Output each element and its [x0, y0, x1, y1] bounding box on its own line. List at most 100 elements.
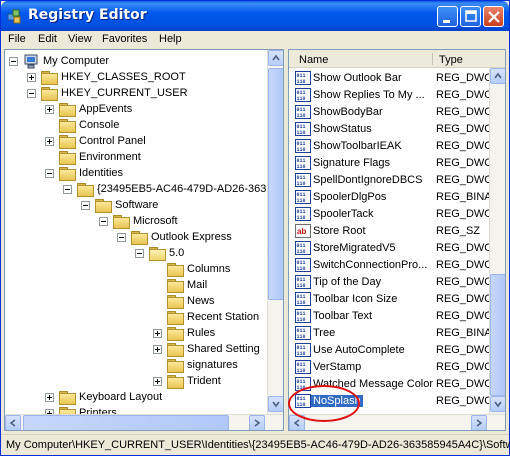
tree-node[interactable]: Outlook Express — [5, 230, 267, 246]
chevron-right-icon — [254, 419, 261, 427]
expand-icon[interactable] — [153, 329, 162, 338]
list-row[interactable]: 011 110 Tip of the Day REG_DWOR — [289, 274, 501, 291]
list-row[interactable]: 011 110 Tree REG_BINAF — [289, 325, 498, 342]
values-list-pane[interactable]: Name Type 011 110 Show Outlook Bar REG_DWOR… — [288, 49, 506, 431]
collapse-icon[interactable] — [81, 201, 90, 210]
list-row[interactable]: 011 110 SpoolerTack REG_DWOR — [289, 206, 501, 223]
registry-tree-pane[interactable]: My Computer HKEY_CLASSES_ROOT HKEY_CURRENT… — [4, 49, 284, 431]
expand-icon[interactable] — [153, 345, 162, 354]
tree-node[interactable]: Mail — [5, 278, 267, 294]
folder-icon — [59, 103, 76, 117]
value-name: StoreMigratedV5 — [313, 242, 396, 254]
maximize-button[interactable] — [460, 6, 481, 27]
collapse-icon[interactable] — [63, 185, 72, 194]
tree-node[interactable]: Software — [5, 198, 267, 214]
tree-node[interactable]: Trident — [5, 374, 267, 390]
tree-node[interactable]: AppEvents — [5, 102, 267, 118]
binary-value-icon: 011110 — [295, 360, 311, 374]
expand-icon[interactable] — [153, 377, 162, 386]
chevron-up-icon — [272, 54, 280, 61]
collapse-icon[interactable] — [9, 57, 18, 66]
collapse-icon[interactable] — [27, 89, 36, 98]
list-scroll-right-button[interactable] — [471, 415, 487, 430]
tree-node[interactable]: Keyboard Layout — [5, 390, 267, 406]
column-header-name[interactable]: Name — [299, 54, 328, 66]
collapse-icon[interactable] — [45, 169, 54, 178]
expand-icon[interactable] — [45, 105, 54, 114]
tree-scroll-up-button[interactable] — [268, 50, 283, 66]
list-row[interactable]: 011 110 SpellDontIgnoreDBCS REG_DWOR — [289, 172, 501, 189]
list-row[interactable]: 011 110 Toolbar Icon Size REG_DWOR — [289, 291, 501, 308]
list-row[interactable]: 011 110 Show Outlook Bar REG_DWOR — [289, 70, 501, 87]
binary-value-icon: 011110 — [295, 156, 311, 170]
tree-scroll-left-button[interactable] — [5, 415, 21, 430]
tree-scroll-down-button[interactable] — [268, 396, 283, 412]
list-scroll-thumb[interactable] — [490, 274, 505, 396]
collapse-icon[interactable] — [117, 233, 126, 242]
tree-node[interactable]: HKEY_CURRENT_USER — [5, 86, 267, 102]
column-divider[interactable] — [432, 53, 433, 65]
expand-icon[interactable] — [45, 137, 54, 146]
tree-node[interactable]: Recent Station — [5, 310, 267, 326]
collapse-icon[interactable] — [135, 249, 144, 258]
list-scroll-up-button[interactable] — [490, 68, 505, 84]
value-name: Toolbar Icon Size — [313, 293, 398, 305]
list-row[interactable]: 011 110 Show Replies To My ... REG_DWOR — [289, 87, 501, 104]
list-row[interactable]: 011 110 Use AutoComplete REG_DWOR — [289, 342, 501, 359]
tree-node[interactable]: Console — [5, 118, 267, 134]
list-vertical-scrollbar[interactable] — [489, 68, 505, 414]
tree-node[interactable]: Control Panel — [5, 134, 267, 150]
menu-edit[interactable]: Edit — [38, 33, 57, 45]
tree-scroll-right-button[interactable] — [249, 415, 265, 430]
list-row[interactable]: 011 110 SwitchConnectionPro... REG_DWOR — [289, 257, 501, 274]
tree-node[interactable]: Rules — [5, 326, 267, 342]
title-bar[interactable]: Registry Editor — [1, 1, 509, 31]
menu-favorites[interactable]: Favorites — [102, 33, 147, 45]
binary-value-icon: 011110 — [295, 139, 311, 153]
binary-value-icon: 011110 — [295, 275, 311, 289]
list-row[interactable]: ab Store Root REG_SZ — [289, 223, 489, 240]
tree-vertical-scrollbar[interactable] — [267, 50, 283, 414]
list-row[interactable]: 011 110 VerStamp REG_DWOR — [289, 359, 501, 376]
tree-node[interactable]: 5.0 — [5, 246, 267, 262]
menu-file[interactable]: File — [8, 33, 26, 45]
tree-node-label: Identities — [79, 167, 124, 179]
minimize-button[interactable] — [437, 6, 458, 27]
tree-node[interactable]: Environment — [5, 150, 267, 166]
tree-horizontal-scrollbar[interactable] — [5, 414, 283, 430]
chevron-left-icon — [9, 419, 16, 427]
tree-node[interactable]: Shared Setting — [5, 342, 267, 358]
close-icon — [488, 11, 500, 23]
column-header-type[interactable]: Type — [439, 54, 463, 66]
svg-text:ab: ab — [297, 227, 306, 236]
list-scroll-down-button[interactable] — [490, 396, 505, 412]
list-row[interactable]: 011 110 Signature Flags REG_DWOR — [289, 155, 501, 172]
tree-scroll-thumb[interactable] — [268, 68, 283, 300]
menu-view[interactable]: View — [68, 33, 92, 45]
list-row[interactable]: 011 110 ShowToolbarIEAK REG_DWOR — [289, 138, 501, 155]
tree-node[interactable]: Columns — [5, 262, 267, 278]
tree-node[interactable]: My Computer — [5, 54, 267, 70]
tree-node[interactable]: Identities — [5, 166, 267, 182]
expand-icon[interactable] — [27, 73, 36, 82]
tree-node-label: {23495EB5-AC46-479D-AD26-363 — [97, 183, 267, 195]
folder-icon — [167, 375, 184, 389]
close-button[interactable] — [483, 6, 504, 27]
list-row[interactable]: 011 110 StoreMigratedV5 REG_DWOR — [289, 240, 501, 257]
list-row[interactable]: 011 110 ShowStatus REG_DWOR — [289, 121, 501, 138]
collapse-icon[interactable] — [99, 217, 108, 226]
tree-node[interactable]: News — [5, 294, 267, 310]
list-row[interactable]: 011 110 Toolbar Text REG_DWOR — [289, 308, 501, 325]
value-name: Tree — [313, 327, 336, 339]
expand-icon[interactable] — [45, 393, 54, 402]
list-row[interactable]: 011 110 SpoolerDlgPos REG_BINAF — [289, 189, 498, 206]
tree-node[interactable]: HKEY_CLASSES_ROOT — [5, 70, 267, 86]
tree-node[interactable]: {23495EB5-AC46-479D-AD26-363 — [5, 182, 267, 198]
tree-hscroll-thumb[interactable] — [23, 415, 229, 430]
menu-help[interactable]: Help — [159, 33, 182, 45]
highlight-annotation-ring — [288, 385, 360, 422]
tree-node[interactable]: Microsoft — [5, 214, 267, 230]
tree-node[interactable]: signatures — [5, 358, 267, 374]
svg-text:110: 110 — [297, 113, 306, 119]
list-row[interactable]: 011 110 ShowBodyBar REG_DWOR — [289, 104, 501, 121]
